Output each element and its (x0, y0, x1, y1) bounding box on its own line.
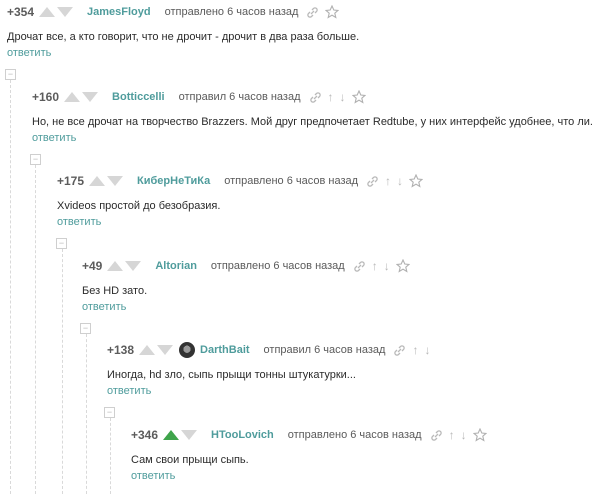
comment: +175 КиберНеТиКа отправлено 6 часов наза… (57, 173, 600, 231)
up-arrow-icon[interactable]: ↑ (385, 174, 391, 188)
comment-time: отправил 6 часов назад (263, 344, 386, 356)
comment-header: +160 Botticcelli отправил 6 часов назад … (32, 89, 372, 105)
down-arrow-icon[interactable]: ↓ (340, 90, 346, 104)
link-icon[interactable] (366, 175, 379, 188)
star-icon[interactable] (472, 428, 487, 442)
comment-header: +175 КиберНеТиКа отправлено 6 часов наза… (57, 173, 429, 189)
thread-line (35, 165, 36, 494)
thread-line (110, 418, 111, 494)
comment: +346 HTooLovich отправлено 6 часов назад… (131, 427, 600, 485)
comment-time: отправлено 6 часов назад (224, 175, 359, 187)
upvote-button[interactable] (107, 261, 124, 271)
down-arrow-icon[interactable]: ↓ (384, 259, 390, 273)
comment-rating: +354 (7, 5, 35, 19)
upvote-button[interactable] (163, 430, 180, 440)
downvote-button[interactable] (125, 261, 142, 271)
up-arrow-icon[interactable]: ↑ (328, 90, 334, 104)
collapse-toggle[interactable]: − (5, 69, 16, 80)
comment: +160 Botticcelli отправил 6 часов назад … (32, 89, 600, 147)
comment: +354 JamesFloyd отправлено 6 часов назад… (7, 4, 600, 62)
comment-author[interactable]: Botticcelli (112, 91, 165, 103)
reply-link[interactable]: ответить (57, 216, 101, 228)
downvote-button[interactable] (107, 176, 124, 186)
comment-text: Иногда, hd зло, сыпь прыщи тонны штукату… (107, 369, 356, 381)
comment-header: +138 DarthBait отправил 6 часов назад ↑ … (107, 342, 436, 358)
downvote-button[interactable] (181, 430, 198, 440)
comment-text: Xvideos простой до безобразия. (57, 200, 221, 212)
reply-link[interactable]: ответить (82, 301, 126, 313)
comment-rating: +138 (107, 343, 135, 357)
star-icon[interactable] (351, 90, 366, 104)
comment-rating: +175 (57, 174, 85, 188)
comment-text: Дрочат все, а кто говорит, что не дрочит… (7, 31, 360, 43)
up-arrow-icon[interactable]: ↑ (372, 259, 378, 273)
comment-rating: +346 (131, 428, 159, 442)
comment-rating: +49 (82, 259, 103, 273)
comment-author[interactable]: HTooLovich (211, 429, 274, 441)
down-arrow-icon[interactable]: ↓ (424, 343, 430, 357)
downvote-button[interactable] (157, 345, 174, 355)
avatar[interactable] (179, 342, 196, 358)
comment-header: +346 HTooLovich отправлено 6 часов назад… (131, 427, 493, 443)
reply-link[interactable]: ответить (32, 132, 76, 144)
link-icon[interactable] (353, 260, 366, 273)
downvote-button[interactable] (82, 92, 99, 102)
comment-text: Сам свои прыщи сыпь. (131, 454, 249, 466)
comment-text: Без HD зато. (82, 285, 148, 297)
link-icon[interactable] (430, 429, 443, 442)
comment-author[interactable]: Altorian (155, 260, 197, 272)
comment-author[interactable]: DarthBait (200, 344, 250, 356)
star-icon[interactable] (325, 5, 340, 19)
link-icon[interactable] (393, 344, 406, 357)
thread-line (10, 80, 11, 494)
comment-time: отправлено 6 часов назад (164, 6, 299, 18)
down-arrow-icon[interactable]: ↓ (397, 174, 403, 188)
comment-author[interactable]: JamesFloyd (87, 6, 151, 18)
collapse-toggle[interactable]: − (56, 238, 67, 249)
up-arrow-icon[interactable]: ↑ (412, 343, 418, 357)
comment-rating: +160 (32, 90, 60, 104)
comment-text: Но, не все дрочат на творчество Brazzers… (32, 116, 593, 128)
downvote-button[interactable] (57, 7, 74, 17)
upvote-button[interactable] (39, 7, 56, 17)
upvote-button[interactable] (139, 345, 156, 355)
upvote-button[interactable] (89, 176, 106, 186)
up-arrow-icon[interactable]: ↑ (449, 428, 455, 442)
reply-link[interactable]: ответить (7, 47, 51, 59)
collapse-toggle[interactable]: − (30, 154, 41, 165)
collapse-toggle[interactable]: − (104, 407, 115, 418)
collapse-toggle[interactable]: − (80, 323, 91, 334)
comment-time: отправил 6 часов назад (178, 91, 301, 103)
comment-author[interactable]: КиберНеТиКа (137, 175, 210, 187)
upvote-button[interactable] (64, 92, 81, 102)
star-icon[interactable] (395, 259, 410, 273)
reply-link[interactable]: ответить (131, 470, 175, 482)
link-icon[interactable] (309, 91, 322, 104)
reply-link[interactable]: ответить (107, 385, 151, 397)
comment-time: отправлено 6 часов назад (210, 260, 345, 272)
star-icon[interactable] (409, 174, 424, 188)
thread-line (86, 334, 87, 494)
comment: +49 Altorian отправлено 6 часов назад ↑ … (82, 258, 600, 316)
comment-header: +354 JamesFloyd отправлено 6 часов назад (7, 4, 345, 20)
thread-line (62, 249, 63, 494)
comment: +138 DarthBait отправил 6 часов назад ↑ … (107, 342, 600, 400)
down-arrow-icon[interactable]: ↓ (461, 428, 467, 442)
comment-header: +49 Altorian отправлено 6 часов назад ↑ … (82, 258, 416, 274)
link-icon[interactable] (306, 6, 319, 19)
comment-time: отправлено 6 часов назад (287, 429, 422, 441)
